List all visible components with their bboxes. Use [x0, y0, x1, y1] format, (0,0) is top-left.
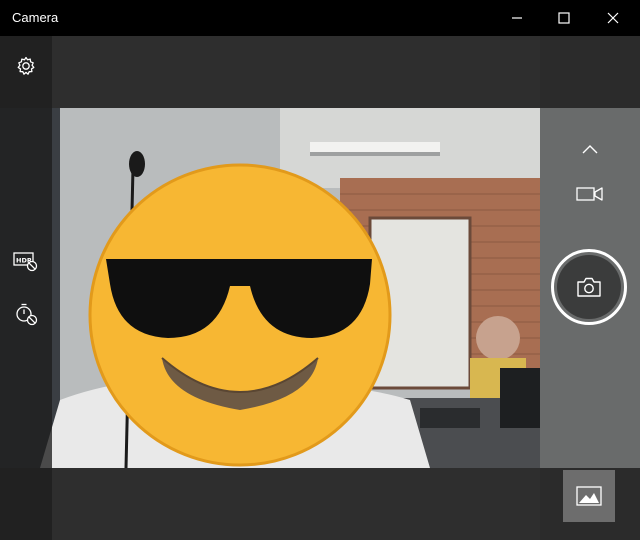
title-bar: Camera [0, 0, 640, 36]
settings-button[interactable] [10, 50, 42, 82]
expand-modes-button[interactable] [574, 136, 606, 162]
self-timer-button[interactable] [10, 298, 42, 330]
chevron-up-icon [582, 145, 598, 154]
maximize-button[interactable] [541, 0, 587, 36]
camera-icon [577, 277, 601, 297]
minimize-button[interactable] [494, 0, 540, 36]
minimize-icon [512, 17, 522, 19]
hdr-off-icon: HDR [13, 252, 38, 272]
close-button[interactable] [590, 0, 636, 36]
camera-roll-thumbnail[interactable] [563, 470, 615, 522]
window-title: Camera [12, 10, 59, 25]
shutter-inner [557, 255, 621, 319]
preview-letterbox-bottom [52, 468, 540, 540]
gallery-thumbnail-icon [576, 486, 602, 506]
left-toolbar: HDR [0, 36, 52, 540]
camera-viewport: HDR [0, 36, 640, 540]
video-camera-icon [576, 187, 603, 201]
video-mode-button[interactable] [572, 180, 608, 208]
hdr-toggle-button[interactable]: HDR [10, 246, 42, 276]
preview-letterbox-top [52, 36, 540, 108]
close-icon [607, 12, 619, 24]
gear-icon [17, 56, 35, 75]
take-photo-button[interactable] [551, 249, 627, 325]
maximize-icon [558, 12, 570, 24]
camera-app-window: Camera HDR [0, 0, 640, 540]
timer-off-icon [16, 303, 38, 326]
